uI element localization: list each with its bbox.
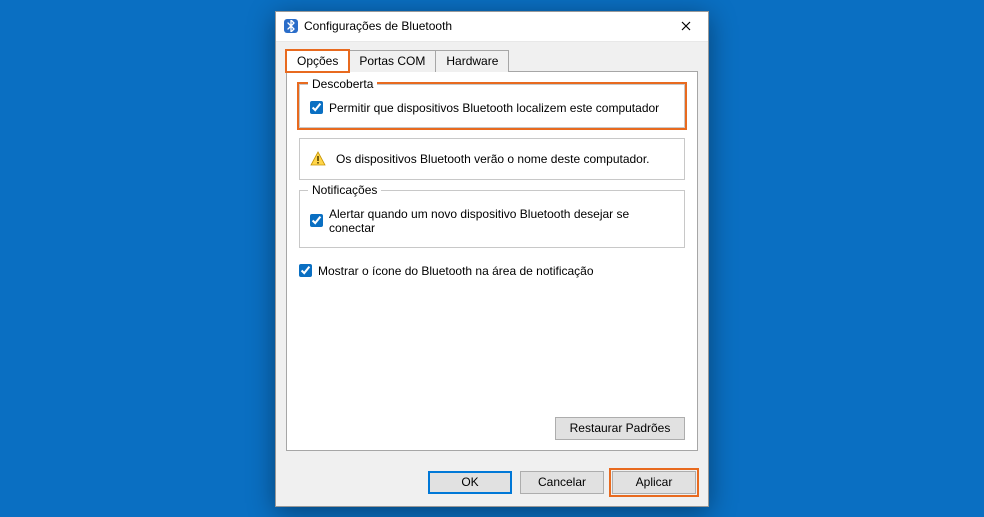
tray-checkbox[interactable] (299, 264, 312, 277)
dialog-footer: OK Cancelar Aplicar (276, 461, 708, 506)
button-label: Cancelar (538, 475, 586, 489)
tab-com-ports[interactable]: Portas COM (348, 50, 436, 72)
tray-checkbox-label: Mostrar o ícone do Bluetooth na área de … (318, 264, 594, 278)
tab-content-options: Descoberta Permitir que dispositivos Blu… (286, 71, 698, 451)
tabstrip: Opções Portas COM Hardware (286, 50, 698, 72)
restore-defaults-row: Restaurar Padrões (555, 417, 685, 440)
discovery-checkbox[interactable] (310, 101, 323, 114)
apply-button[interactable]: Aplicar (612, 471, 696, 494)
discovery-checkbox-label: Permitir que dispositivos Bluetooth loca… (329, 101, 659, 115)
button-label: OK (461, 475, 478, 489)
tray-icon-row: Mostrar o ícone do Bluetooth na área de … (299, 258, 685, 280)
notifications-checkbox-label: Alertar quando um novo dispositivo Bluet… (329, 207, 674, 235)
cancel-button[interactable]: Cancelar (520, 471, 604, 494)
warning-icon (310, 151, 326, 167)
discovery-legend: Descoberta (308, 77, 377, 91)
bluetooth-settings-dialog: Configurações de Bluetooth Opções Portas… (275, 11, 709, 507)
button-label: Restaurar Padrões (570, 421, 671, 435)
tray-checkbox-row[interactable]: Mostrar o ícone do Bluetooth na área de … (299, 262, 685, 280)
window-title: Configurações de Bluetooth (304, 19, 666, 33)
tab-label: Opções (297, 54, 338, 68)
tab-label: Portas COM (359, 54, 425, 68)
notifications-legend: Notificações (308, 183, 381, 197)
dialog-body: Opções Portas COM Hardware Descoberta Pe… (276, 42, 708, 461)
button-label: Aplicar (636, 475, 673, 489)
notifications-checkbox[interactable] (310, 214, 323, 227)
discovery-checkbox-row[interactable]: Permitir que dispositivos Bluetooth loca… (310, 99, 674, 117)
tab-options[interactable]: Opções (286, 50, 349, 72)
restore-defaults-button[interactable]: Restaurar Padrões (555, 417, 685, 440)
titlebar: Configurações de Bluetooth (276, 12, 708, 42)
notifications-group: Notificações Alertar quando um novo disp… (299, 190, 685, 248)
discovery-group: Descoberta Permitir que dispositivos Blu… (299, 84, 685, 128)
discovery-info: Os dispositivos Bluetooth verão o nome d… (299, 138, 685, 180)
ok-button[interactable]: OK (428, 471, 512, 494)
notifications-checkbox-row[interactable]: Alertar quando um novo dispositivo Bluet… (310, 205, 674, 237)
tab-label: Hardware (446, 54, 498, 68)
close-button[interactable] (666, 12, 706, 40)
bluetooth-icon (284, 19, 298, 33)
discovery-info-text: Os dispositivos Bluetooth verão o nome d… (336, 152, 650, 166)
tab-hardware[interactable]: Hardware (435, 50, 509, 72)
